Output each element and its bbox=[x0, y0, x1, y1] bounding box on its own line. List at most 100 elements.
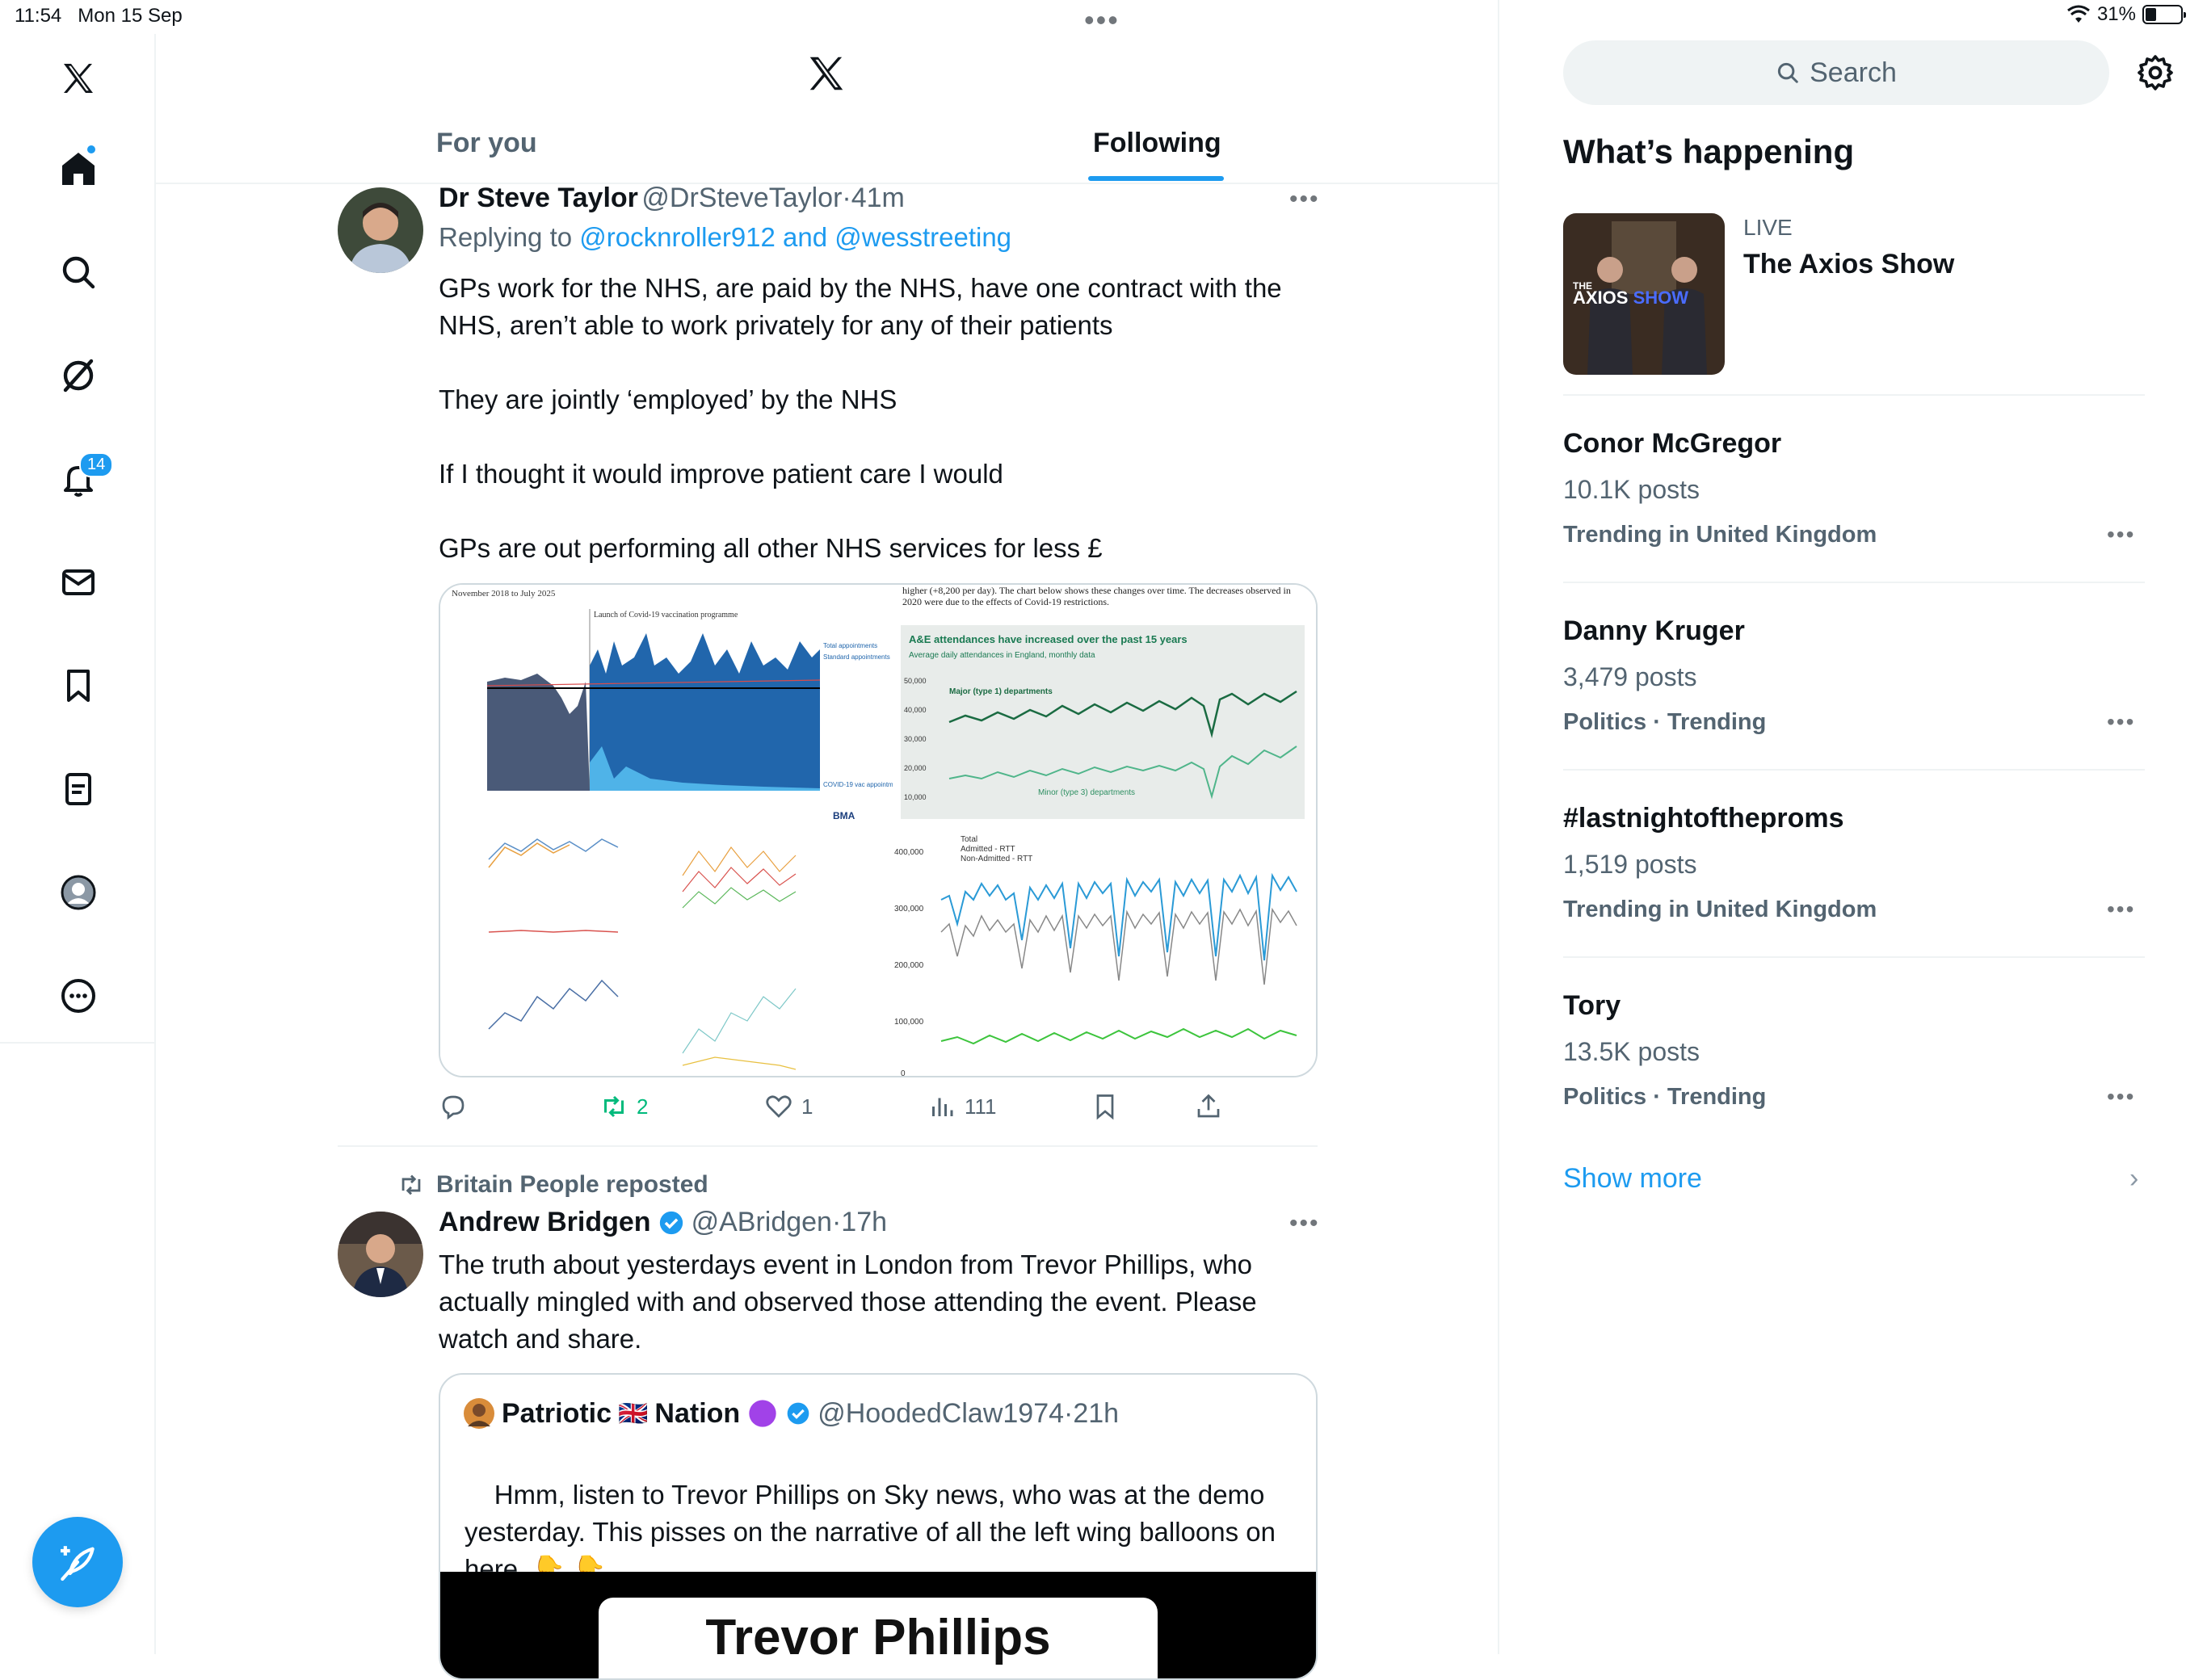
trend-more-icon[interactable]: ••• bbox=[2107, 522, 2135, 548]
author-name[interactable]: Dr Steve Taylor bbox=[439, 183, 638, 213]
repost-context[interactable]: Britain People reposted bbox=[397, 1171, 708, 1199]
trend-more-icon[interactable]: ••• bbox=[2107, 1084, 2135, 1110]
lists-icon[interactable] bbox=[50, 761, 107, 817]
nav-divider bbox=[0, 1042, 156, 1044]
sidebar: Search What’s happening THE AXIOS SHOW LI… bbox=[1499, 0, 2207, 1654]
like-button[interactable]: 1 bbox=[764, 1092, 813, 1121]
left-navigation: 14 bbox=[0, 34, 156, 1654]
author-handle[interactable]: @ABridgen bbox=[692, 1207, 832, 1237]
live-title[interactable]: The Axios Show bbox=[1743, 249, 1954, 280]
chart2-ytick: 40,000 bbox=[904, 706, 927, 714]
chart1-annotation: Launch of Covid-19 vaccination programme bbox=[594, 611, 738, 620]
video-thumbnail[interactable]: Trevor Phillips bbox=[440, 1572, 1316, 1678]
search-placeholder: Search bbox=[1810, 57, 1897, 88]
tweet-text: GPs work for the NHS, are paid by the NH… bbox=[439, 273, 1282, 563]
reposted-by: Britain People reposted bbox=[436, 1171, 708, 1198]
search-icon[interactable] bbox=[50, 244, 107, 300]
views-button[interactable]: 111 bbox=[927, 1092, 997, 1121]
quote-handle[interactable]: @HoodedClaw1974 bbox=[818, 1398, 1064, 1429]
share-icon bbox=[1197, 1094, 1220, 1118]
quote-author-part2[interactable]: Nation bbox=[654, 1398, 740, 1430]
retweet-icon bbox=[604, 1095, 624, 1118]
tweet-media[interactable]: November 2018 to July 2025 Launch of Cov… bbox=[439, 583, 1318, 1077]
gear-icon[interactable] bbox=[2136, 53, 2175, 92]
grok-icon[interactable] bbox=[50, 347, 107, 404]
bookmark-button[interactable] bbox=[1091, 1092, 1120, 1121]
chart3-ytick: 400,000 bbox=[894, 848, 924, 857]
trend-name[interactable]: Conor McGregor bbox=[1563, 428, 1781, 460]
retweet-button[interactable]: 2 bbox=[599, 1092, 648, 1121]
gp-appointment-panels bbox=[440, 835, 893, 1076]
show-more-link[interactable]: Show more bbox=[1563, 1163, 1702, 1195]
chart3-legend-total: Total bbox=[961, 835, 977, 844]
profile-icon[interactable] bbox=[50, 864, 107, 921]
quote-author-part1[interactable]: Patriotic bbox=[502, 1398, 612, 1430]
trend-name[interactable]: #lastnightoftheproms bbox=[1563, 803, 1844, 834]
timestamp[interactable]: 41m bbox=[851, 183, 905, 213]
tab-for-you[interactable]: For you bbox=[436, 128, 537, 184]
svg-text:AXIOS SHOW: AXIOS SHOW bbox=[1573, 288, 1688, 308]
messages-icon[interactable] bbox=[50, 554, 107, 611]
trend-context: Trending in United Kingdom bbox=[1563, 897, 1877, 922]
bookmarks-icon[interactable] bbox=[50, 657, 107, 714]
like-count: 1 bbox=[801, 1094, 813, 1119]
avatar[interactable] bbox=[338, 1212, 423, 1297]
compose-button[interactable] bbox=[32, 1517, 123, 1607]
chart2-subtitle: Average daily attendances in England, mo… bbox=[909, 651, 1095, 660]
chart1-legend-standard: Standard appointments bbox=[823, 653, 890, 661]
x-logo-header[interactable] bbox=[802, 52, 851, 95]
chart1-title: November 2018 to July 2025 bbox=[452, 589, 556, 598]
chart3-ytick: 300,000 bbox=[894, 905, 924, 914]
x-logo[interactable] bbox=[50, 50, 107, 107]
chart2-ytick: 20,000 bbox=[904, 764, 927, 772]
trend-divider bbox=[1563, 582, 2145, 583]
trend-more-icon[interactable]: ••• bbox=[2107, 709, 2135, 735]
quoted-tweet[interactable]: Patriotic 🇬🇧 Nation @HoodedClaw1974·21h … bbox=[439, 1373, 1318, 1680]
search-input[interactable]: Search bbox=[1563, 40, 2109, 105]
trend-name[interactable]: Danny Kruger bbox=[1563, 615, 1745, 647]
separator: · bbox=[1064, 1397, 1074, 1429]
heart-icon bbox=[766, 1095, 792, 1118]
gp-appointments-chart: November 2018 to July 2025 Launch of Cov… bbox=[440, 585, 893, 835]
notifications-badge: 14 bbox=[79, 452, 114, 477]
more-icon[interactable] bbox=[50, 968, 107, 1024]
replying-prefix: Replying to bbox=[439, 222, 573, 252]
chart3-ytick: 100,000 bbox=[894, 1018, 924, 1027]
trend-divider bbox=[1563, 394, 2145, 396]
chart2-title: A&E attendances have increased over the … bbox=[909, 633, 1188, 645]
replying-to-users[interactable]: @rocknroller912 and @wesstreeting bbox=[579, 222, 1011, 252]
author-name[interactable]: Andrew Bridgen bbox=[439, 1207, 651, 1238]
timestamp[interactable]: 17h bbox=[841, 1207, 887, 1237]
share-button[interactable] bbox=[1194, 1092, 1223, 1121]
trend-context: Politics · Trending bbox=[1563, 1084, 1767, 1110]
avatar[interactable] bbox=[463, 1397, 495, 1430]
chart2-series-minor: Minor (type 3) departments bbox=[1038, 788, 1135, 797]
chart3-ytick: 200,000 bbox=[894, 961, 924, 970]
compose-icon bbox=[61, 1546, 95, 1581]
tweet-more-icon[interactable]: ••• bbox=[1289, 1210, 1320, 1237]
trend-count: 1,519 posts bbox=[1563, 850, 1697, 879]
author-handle[interactable]: @DrSteveTaylor bbox=[641, 183, 842, 213]
trend-divider bbox=[1563, 769, 2145, 771]
reply-button[interactable] bbox=[439, 1092, 476, 1121]
whats-happening-title: What’s happening bbox=[1563, 132, 1855, 170]
trend-divider bbox=[1563, 956, 2145, 958]
ae-attendances-chart: higher (+8,200 per day). The chart below… bbox=[893, 585, 1316, 835]
avatar[interactable] bbox=[338, 187, 423, 273]
tweet-more-icon[interactable]: ••• bbox=[1289, 186, 1320, 213]
trend-context: Trending in United Kingdom bbox=[1563, 522, 1877, 548]
live-thumbnail[interactable]: THE AXIOS SHOW bbox=[1563, 213, 1725, 375]
trend-name[interactable]: Tory bbox=[1563, 990, 1621, 1022]
chart3-legend-admitted: Admitted - RTT bbox=[961, 845, 1015, 854]
notifications-icon[interactable]: 14 bbox=[50, 451, 114, 507]
uk-flag-icon: 🇬🇧 bbox=[618, 1400, 649, 1427]
chart3-ytick: 0 bbox=[901, 1069, 906, 1077]
retweet-icon bbox=[401, 1174, 421, 1195]
chevron-right-icon[interactable]: › bbox=[2129, 1163, 2138, 1195]
chart3-legend-nonadmitted: Non-Admitted - RTT bbox=[961, 855, 1032, 863]
home-icon[interactable] bbox=[50, 141, 107, 197]
trend-more-icon[interactable]: ••• bbox=[2107, 897, 2135, 922]
quote-timestamp[interactable]: 21h bbox=[1073, 1398, 1119, 1429]
tweet-header: Andrew Bridgen @ABridgen·17h bbox=[439, 1207, 887, 1238]
trend-count: 10.1K posts bbox=[1563, 475, 1700, 504]
